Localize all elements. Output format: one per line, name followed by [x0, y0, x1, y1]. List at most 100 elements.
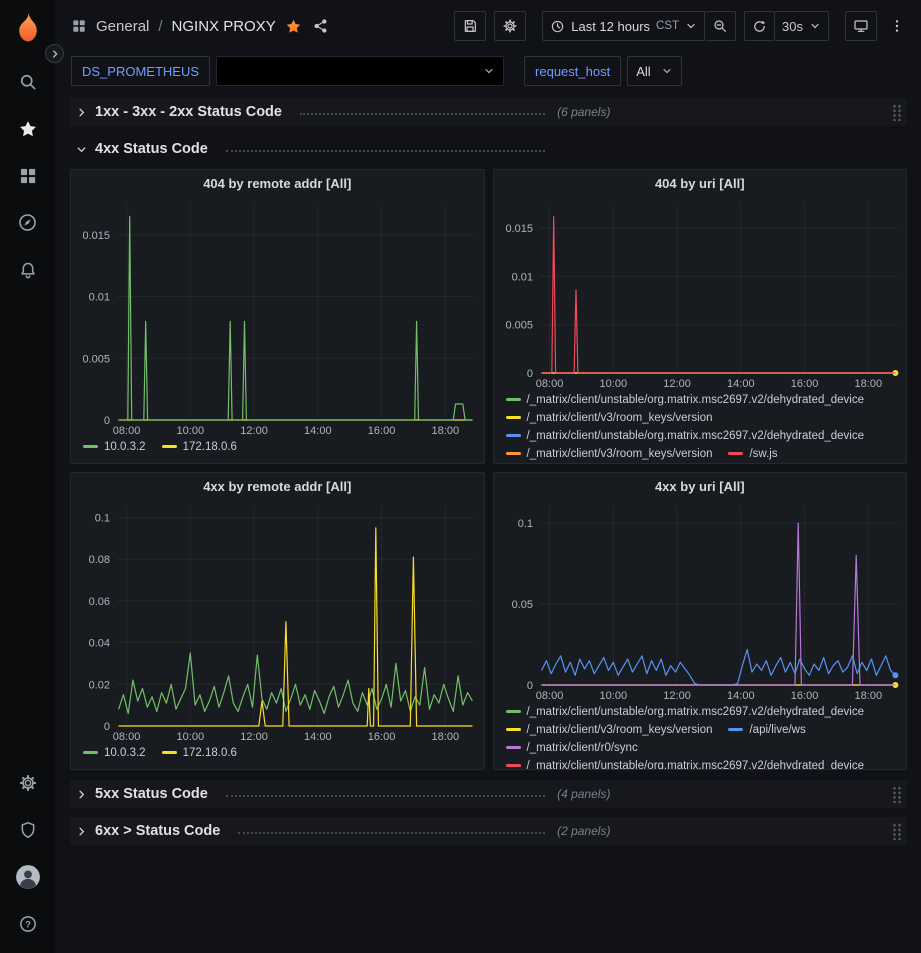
legend-item[interactable]: /_matrix/client/v3/room_keys/version — [506, 445, 713, 462]
sidebar-item-dashboards[interactable] — [0, 152, 55, 199]
legend-label: /_matrix/client/unstable/org.matrix.msc2… — [527, 706, 865, 718]
svg-text:?: ? — [25, 919, 31, 929]
row-title: 1xx - 3xx - 2xx Status Code — [95, 104, 282, 120]
svg-text:10:00: 10:00 — [599, 378, 627, 390]
legend-item[interactable]: /_matrix/client/v3/room_keys/version — [506, 409, 713, 426]
time-range-picker[interactable]: Last 12 hours CST — [542, 11, 705, 41]
chart-legend: 10.0.3.2 172.18.0.6 — [71, 744, 484, 769]
legend-swatch — [162, 751, 177, 754]
svg-text:0: 0 — [104, 721, 110, 733]
save-dashboard-button[interactable] — [454, 11, 486, 41]
row-header-5xx[interactable]: 5xx Status Code (4 panels) — [70, 780, 907, 808]
row-drag-handle[interactable] — [892, 103, 902, 121]
share-icon[interactable] — [313, 18, 329, 34]
favorite-star-icon[interactable] — [285, 18, 302, 35]
panel-4xx-by-remote-addr: 4xx by remote addr [All] 08:0010:0012:00… — [70, 472, 485, 770]
breadcrumb: General / NGINX PROXY — [71, 18, 329, 35]
legend-label: 10.0.3.2 — [104, 747, 146, 759]
sidebar-item-settings[interactable] — [0, 759, 55, 806]
legend-item[interactable]: 172.18.0.6 — [162, 744, 237, 761]
refresh-icon — [752, 19, 767, 34]
svg-text:0.01: 0.01 — [511, 271, 532, 283]
chart-404-by-uri[interactable]: 08:0010:0012:0014:0016:0018:0000.0050.01… — [494, 196, 907, 391]
zoom-out-icon — [712, 18, 728, 34]
legend-item[interactable]: /_matrix/client/v3/room_keys/version — [506, 721, 713, 738]
row-header-6xx[interactable]: 6xx > Status Code (2 panels) — [70, 817, 907, 845]
more-options-button[interactable] — [885, 17, 909, 35]
dashboard-settings-button[interactable] — [494, 11, 526, 41]
legend-item[interactable]: 10.0.3.2 — [83, 744, 146, 761]
svg-text:18:00: 18:00 — [854, 378, 882, 390]
settings-gear-icon — [18, 773, 38, 793]
sidebar-expand-button[interactable] — [45, 44, 64, 63]
flame-icon — [11, 10, 45, 44]
svg-text:0.01: 0.01 — [89, 292, 110, 304]
svg-text:0.015: 0.015 — [82, 230, 110, 242]
breadcrumb-section[interactable]: General — [96, 18, 149, 35]
sidebar-item-alerting[interactable] — [0, 246, 55, 293]
legend-item[interactable]: /_matrix/client/r0/sync — [506, 739, 638, 756]
chevron-right-icon — [76, 826, 87, 837]
svg-text:0.005: 0.005 — [505, 320, 533, 332]
sidebar-item-search[interactable] — [0, 58, 55, 105]
legend-item[interactable]: /_matrix/client/unstable/org.matrix.msc2… — [506, 757, 865, 769]
svg-text:0.04: 0.04 — [89, 638, 110, 650]
panel-title-404-by-uri[interactable]: 404 by uri [All] — [494, 170, 907, 196]
row-drag-handle[interactable] — [892, 822, 902, 840]
svg-text:0: 0 — [104, 415, 110, 427]
row-header-4xx[interactable]: 4xx Status Code — [70, 135, 907, 163]
legend-item[interactable]: 172.18.0.6 — [162, 438, 237, 455]
legend-label: 10.0.3.2 — [104, 441, 146, 453]
sidebar-item-server-admin[interactable] — [0, 806, 55, 853]
legend-item[interactable]: 10.0.3.2 — [83, 438, 146, 455]
sidebar-nav-top — [0, 58, 55, 293]
breadcrumb-title[interactable]: NGINX PROXY — [172, 18, 276, 35]
legend-swatch — [83, 445, 98, 448]
variable-value-ds-prometheus[interactable] — [216, 56, 504, 86]
legend-label: /_matrix/client/unstable/org.matrix.msc2… — [527, 394, 865, 406]
sidebar-item-profile[interactable] — [0, 853, 55, 900]
legend-swatch — [506, 452, 521, 455]
row-panel-count: (2 panels) — [557, 824, 610, 838]
sidebar-item-starred[interactable] — [0, 105, 55, 152]
svg-text:14:00: 14:00 — [727, 690, 755, 702]
chevron-right-icon — [76, 107, 87, 118]
chart-4xx-by-uri[interactable]: 08:0010:0012:0014:0016:0018:0000.050.1 — [494, 499, 907, 703]
sidebar-item-explore[interactable] — [0, 199, 55, 246]
legend-item[interactable]: /_matrix/client/unstable/org.matrix.msc2… — [506, 427, 865, 444]
legend-swatch — [506, 416, 521, 419]
zoom-out-button[interactable] — [705, 11, 736, 41]
row-header-1xx-3xx-2xx[interactable]: 1xx - 3xx - 2xx Status Code (6 panels) — [70, 98, 907, 126]
grafana-logo-icon[interactable] — [9, 8, 47, 46]
refresh-interval-picker[interactable]: 30s — [775, 11, 829, 41]
variable-label-request-host[interactable]: request_host — [524, 56, 621, 86]
svg-text:10:00: 10:00 — [177, 425, 205, 437]
svg-text:0: 0 — [526, 680, 532, 692]
panel-title-404-by-remote-addr[interactable]: 404 by remote addr [All] — [71, 170, 484, 196]
panel-title-4xx-by-uri[interactable]: 4xx by uri [All] — [494, 473, 907, 499]
legend-item[interactable]: /_matrix/client/unstable/org.matrix.msc2… — [506, 391, 865, 408]
svg-text:0.08: 0.08 — [89, 554, 110, 566]
panels-grid: 404 by remote addr [All] 08:0010:0012:00… — [70, 169, 907, 770]
panel-title: 404 by uri [All] — [655, 176, 745, 191]
panel-404-by-remote-addr: 404 by remote addr [All] 08:0010:0012:00… — [70, 169, 485, 464]
panel-title-4xx-by-remote-addr[interactable]: 4xx by remote addr [All] — [71, 473, 484, 499]
alerting-bell-icon — [18, 260, 38, 280]
svg-text:12:00: 12:00 — [663, 690, 691, 702]
gear-icon — [502, 18, 518, 34]
chart-404-by-remote-addr[interactable]: 08:0010:0012:0014:0016:0018:0000.0050.01… — [71, 196, 484, 438]
svg-text:16:00: 16:00 — [790, 690, 818, 702]
row-drag-handle[interactable] — [892, 785, 902, 803]
variable-label-ds-prometheus[interactable]: DS_PROMETHEUS — [71, 56, 210, 86]
tv-mode-button[interactable] — [845, 11, 877, 41]
refresh-button[interactable] — [744, 11, 775, 41]
legend-item[interactable]: /api/live/ws — [728, 721, 805, 738]
variable-value-request-host[interactable]: All — [627, 56, 681, 86]
legend-item[interactable]: /_matrix/client/unstable/org.matrix.msc2… — [506, 703, 865, 720]
legend-item[interactable]: /sw.js — [728, 445, 777, 462]
sidebar-item-help[interactable]: ? — [0, 900, 55, 947]
chart-4xx-by-remote-addr[interactable]: 08:0010:0012:0014:0016:0018:0000.020.040… — [71, 499, 484, 744]
clock-icon — [550, 19, 565, 34]
svg-text:0.015: 0.015 — [505, 223, 533, 235]
svg-text:0.05: 0.05 — [511, 599, 532, 611]
